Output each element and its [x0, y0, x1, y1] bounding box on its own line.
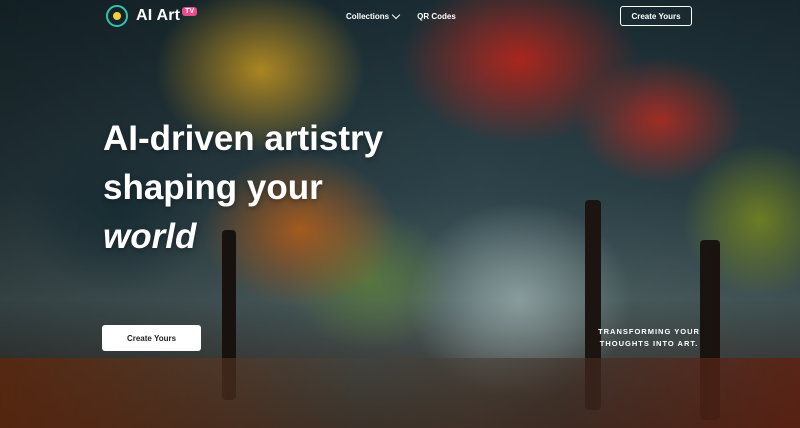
- hero-headline: AI-driven artistry shaping your world: [103, 114, 383, 261]
- eye-logo-icon: [106, 5, 128, 27]
- headline-line-3: world: [103, 217, 197, 256]
- site-logo[interactable]: AI Art TV: [106, 5, 198, 27]
- logo-text: AI Art: [136, 7, 181, 24]
- nav-qr-codes[interactable]: QR Codes: [417, 12, 456, 21]
- hero-background: AI Art TV Collections QR Codes Create Yo…: [0, 0, 800, 428]
- nav-collections[interactable]: Collections: [346, 10, 401, 21]
- hero-tagline: TRANSFORMING YOUR THOUGHTS INTO ART.: [598, 327, 700, 348]
- chevron-down-icon: [391, 10, 401, 20]
- main-nav: Collections QR Codes: [346, 10, 456, 21]
- nav-collections-label: Collections: [346, 12, 390, 21]
- hero-create-button[interactable]: Create Yours: [102, 325, 201, 351]
- headline-line-2: shaping your: [103, 168, 323, 207]
- header-create-button[interactable]: Create Yours: [620, 6, 692, 26]
- nav-qr-codes-label: QR Codes: [417, 12, 456, 21]
- headline-line-1: AI-driven artistry: [103, 119, 384, 158]
- logo-badge: TV: [182, 6, 198, 16]
